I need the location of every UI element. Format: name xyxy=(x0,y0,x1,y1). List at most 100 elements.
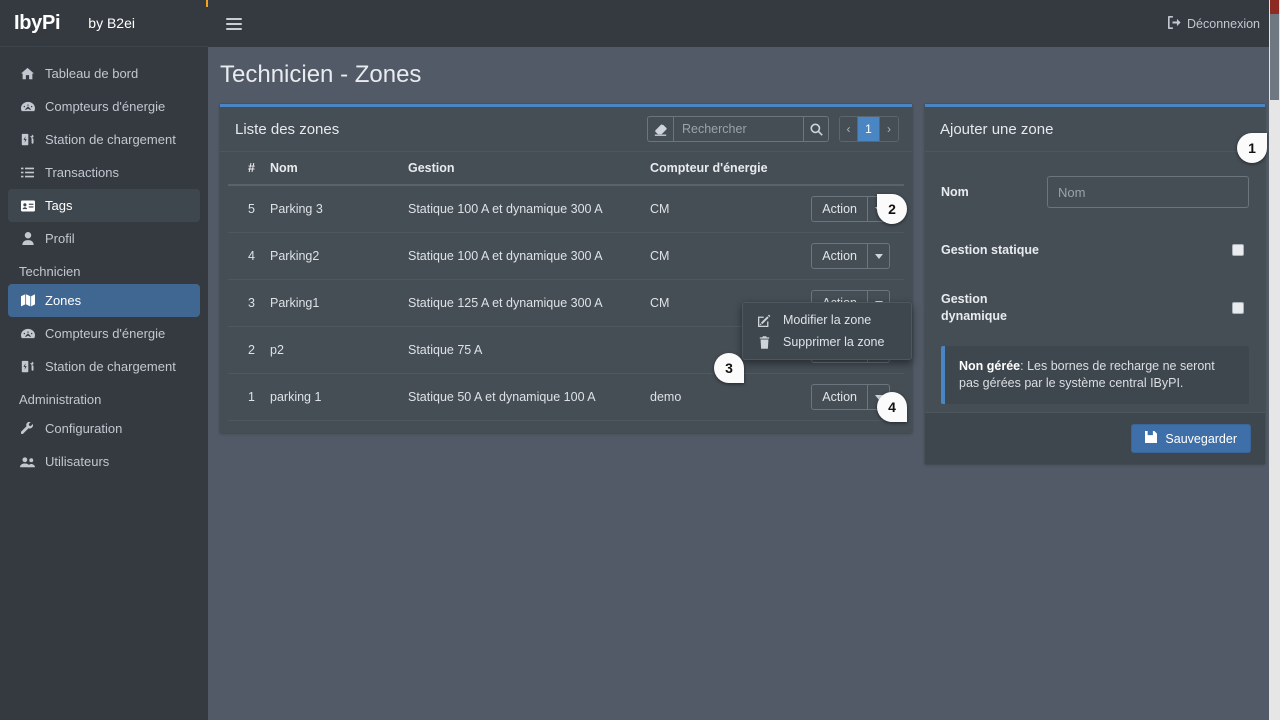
cell-id: 4 xyxy=(228,232,270,280)
gestion-dynamique-label-text: Gestion dynamique xyxy=(941,292,1007,323)
cell-nom: Parking2 xyxy=(270,232,408,280)
pagination-prev[interactable]: ‹ xyxy=(840,117,858,141)
wrench-icon xyxy=(19,422,36,435)
cell-nom: Parking 3 xyxy=(270,185,408,233)
nom-label: Nom xyxy=(941,184,969,199)
cell-id: 5 xyxy=(228,185,270,233)
search-icon[interactable] xyxy=(803,116,829,142)
action-button[interactable]: Action xyxy=(811,196,868,222)
gestion-statique-checkbox[interactable] xyxy=(1232,244,1244,256)
sidebar-item-compteurs-denergie[interactable]: Compteurs d'énergie xyxy=(8,90,200,123)
form-row-gestion-dynamique: Gestion dynamique xyxy=(941,286,1249,330)
zones-table: # Nom Gestion Compteur d'énergie 5 Parki… xyxy=(228,152,904,421)
col-header-nom: Nom xyxy=(270,152,408,186)
form-row-gestion-statique: Gestion statique xyxy=(941,228,1249,272)
col-header-gestion: Gestion xyxy=(408,152,650,186)
brand-logo-text: IbyPi xyxy=(14,11,61,34)
map-icon xyxy=(19,294,36,307)
sidebar-item-station-de-chargement[interactable]: Station de chargement xyxy=(8,123,200,156)
pagination-page-1[interactable]: 1 xyxy=(858,117,880,141)
cell-actions: Action xyxy=(772,232,904,280)
marker-1: 1 xyxy=(1237,133,1267,163)
charging-station-icon xyxy=(19,360,36,373)
nom-field[interactable] xyxy=(1047,176,1249,208)
gauge-icon xyxy=(19,327,36,340)
brand-header[interactable]: IbyPi by B2ei xyxy=(0,0,221,47)
non-geree-alert: Non gérée: Les bornes de recharge ne ser… xyxy=(941,346,1249,404)
zones-toolbar: ‹ 1 › xyxy=(647,116,899,142)
sidebar-item-label: Station de chargement xyxy=(45,132,176,147)
marker-4: 4 xyxy=(877,392,907,422)
zones-card-header: Liste des zones ‹ xyxy=(220,107,912,152)
cell-gestion: Statique 75 A xyxy=(408,326,650,374)
page-scrollbar-thumb[interactable] xyxy=(1270,14,1279,100)
table-row[interactable]: 1 parking 1 Statique 50 A et dynamique 1… xyxy=(228,373,904,421)
eraser-icon[interactable] xyxy=(647,116,673,142)
sidebar-item-zones[interactable]: Zones xyxy=(8,284,200,317)
charging-station-icon xyxy=(19,133,36,146)
edit-icon xyxy=(757,314,771,327)
table-row[interactable]: 5 Parking 3 Statique 100 A et dynamique … xyxy=(228,185,904,233)
action-button[interactable]: Action xyxy=(811,243,868,269)
action-dropdown-toggle[interactable] xyxy=(868,243,890,269)
sidebar-item-label: Compteurs d'énergie xyxy=(45,326,166,341)
sidebar-item-configuration[interactable]: Configuration xyxy=(8,412,200,445)
sidebar-item-label: Station de chargement xyxy=(45,359,176,374)
form-row-nom: Nom xyxy=(941,170,1249,214)
user-icon xyxy=(19,232,36,245)
add-zone-form: Nom Gestion statique Gestion dynamique xyxy=(925,152,1265,412)
sidebar: IbyPi by B2ei Tableau de bord Compteurs … xyxy=(0,0,221,720)
sidebar-item-tags[interactable]: Tags xyxy=(8,189,200,222)
sidebar-item-technicien-station[interactable]: Station de chargement xyxy=(8,350,200,383)
cell-gestion: Statique 100 A et dynamique 300 A xyxy=(408,185,650,233)
sidebar-item-label: Utilisateurs xyxy=(45,454,110,469)
pagination: ‹ 1 › xyxy=(839,116,899,142)
application-root: IbyPi by B2ei Tableau de bord Compteurs … xyxy=(0,0,1280,720)
sidebar-item-transactions[interactable]: Transactions xyxy=(8,156,200,189)
cell-nom: Parking1 xyxy=(270,279,408,327)
gestion-dynamique-label: Gestion dynamique xyxy=(941,291,1232,325)
zones-table-head: # Nom Gestion Compteur d'énergie xyxy=(228,152,904,186)
sidebar-item-tableau-de-bord[interactable]: Tableau de bord xyxy=(8,57,200,90)
gauge-icon xyxy=(19,100,36,113)
main-area: Déconnexion Technicien - Zones Liste des… xyxy=(208,0,1280,720)
action-button-group: Action xyxy=(811,243,890,269)
id-card-icon xyxy=(19,200,36,212)
cell-id: 2 xyxy=(228,326,270,374)
sidebar-section-administration: Administration xyxy=(19,392,102,407)
cell-id: 3 xyxy=(228,279,270,327)
hamburger-icon[interactable] xyxy=(226,17,242,30)
action-button[interactable]: Action xyxy=(811,384,868,410)
cell-compteur: CM xyxy=(650,185,772,233)
sidebar-item-utilisateurs[interactable]: Utilisateurs xyxy=(8,445,200,478)
pagination-next[interactable]: › xyxy=(880,117,898,141)
cell-gestion: Statique 50 A et dynamique 100 A xyxy=(408,373,650,421)
table-row[interactable]: 4 Parking2 Statique 100 A et dynamique 3… xyxy=(228,232,904,280)
add-zone-card-header: Ajouter une zone xyxy=(925,107,1265,152)
cell-nom: p2 xyxy=(270,326,408,374)
menu-item-modifier-la-zone[interactable]: Modifier la zone xyxy=(743,309,911,331)
logout-button[interactable]: Déconnexion xyxy=(1168,15,1260,32)
menu-item-supprimer-la-zone[interactable]: Supprimer la zone xyxy=(743,331,911,353)
sidebar-item-label: Profil xyxy=(45,231,75,246)
sidebar-item-technicien-compteurs[interactable]: Compteurs d'énergie xyxy=(8,317,200,350)
gestion-statique-label: Gestion statique xyxy=(941,242,1039,257)
list-icon xyxy=(19,166,36,179)
save-button[interactable]: Sauvegarder xyxy=(1131,424,1251,453)
trash-icon xyxy=(757,335,771,349)
table-header-row: # Nom Gestion Compteur d'énergie xyxy=(228,152,904,186)
search-input[interactable] xyxy=(673,116,803,142)
home-icon xyxy=(19,67,36,80)
topbar: Déconnexion xyxy=(208,0,1280,47)
menu-item-label: Modifier la zone xyxy=(783,313,872,327)
users-icon xyxy=(19,456,36,468)
sidebar-item-profil[interactable]: Profil xyxy=(8,222,200,255)
page-scrollbar-track[interactable] xyxy=(1269,0,1280,720)
col-header-actions xyxy=(772,152,904,186)
cell-id: 1 xyxy=(228,373,270,421)
cell-compteur: CM xyxy=(650,232,772,280)
sign-out-icon xyxy=(1168,15,1181,32)
gestion-dynamique-checkbox[interactable] xyxy=(1232,302,1244,314)
marker-2: 2 xyxy=(877,194,907,224)
page-scrollbar-marker xyxy=(1270,0,1279,14)
